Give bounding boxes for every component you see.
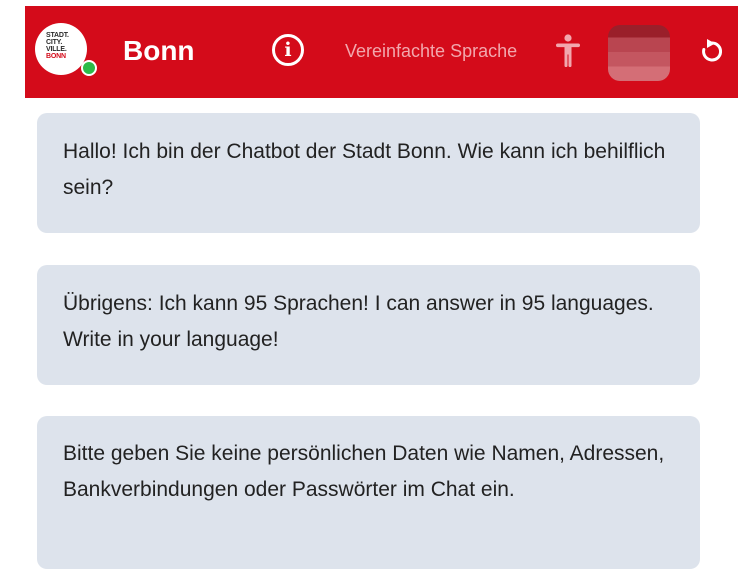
chat-title: Bonn — [123, 35, 195, 66]
bot-message-privacy-notice: Bitte geben Sie keine persönlichen Daten… — [37, 416, 700, 569]
refresh-icon[interactable] — [699, 38, 725, 64]
message-text: Bitte geben Sie keine persönlichen Daten… — [63, 442, 665, 501]
message-text: Hallo! Ich bin der Chatbot der Stadt Bon… — [63, 140, 666, 199]
bot-message-languages: Übrigens: Ich kann 95 Sprachen! I can an… — [37, 265, 700, 385]
accessibility-person-icon[interactable] — [555, 34, 581, 68]
logo-line-ville: VILLE. — [46, 46, 67, 53]
chat-header: STADT. CITY. VILLE. BONN Bonn i Vereinfa… — [25, 6, 738, 98]
language-mode-toggle[interactable] — [608, 25, 670, 81]
bot-message-greeting: Hallo! Ich bin der Chatbot der Stadt Bon… — [37, 113, 700, 233]
message-text: Übrigens: Ich kann 95 Sprachen! I can an… — [63, 292, 654, 351]
logo-line-stadt: STADT. — [46, 32, 69, 39]
simple-language-toggle-label[interactable]: Vereinfachte Sprache — [345, 39, 517, 63]
info-glyph: i — [284, 39, 292, 61]
city-logo: STADT. CITY. VILLE. BONN — [35, 23, 87, 75]
info-icon[interactable]: i — [272, 34, 304, 66]
online-status-indicator — [81, 60, 97, 76]
logo-line-bonn: BONN — [46, 53, 66, 60]
logo-line-city: CITY. — [46, 39, 63, 46]
